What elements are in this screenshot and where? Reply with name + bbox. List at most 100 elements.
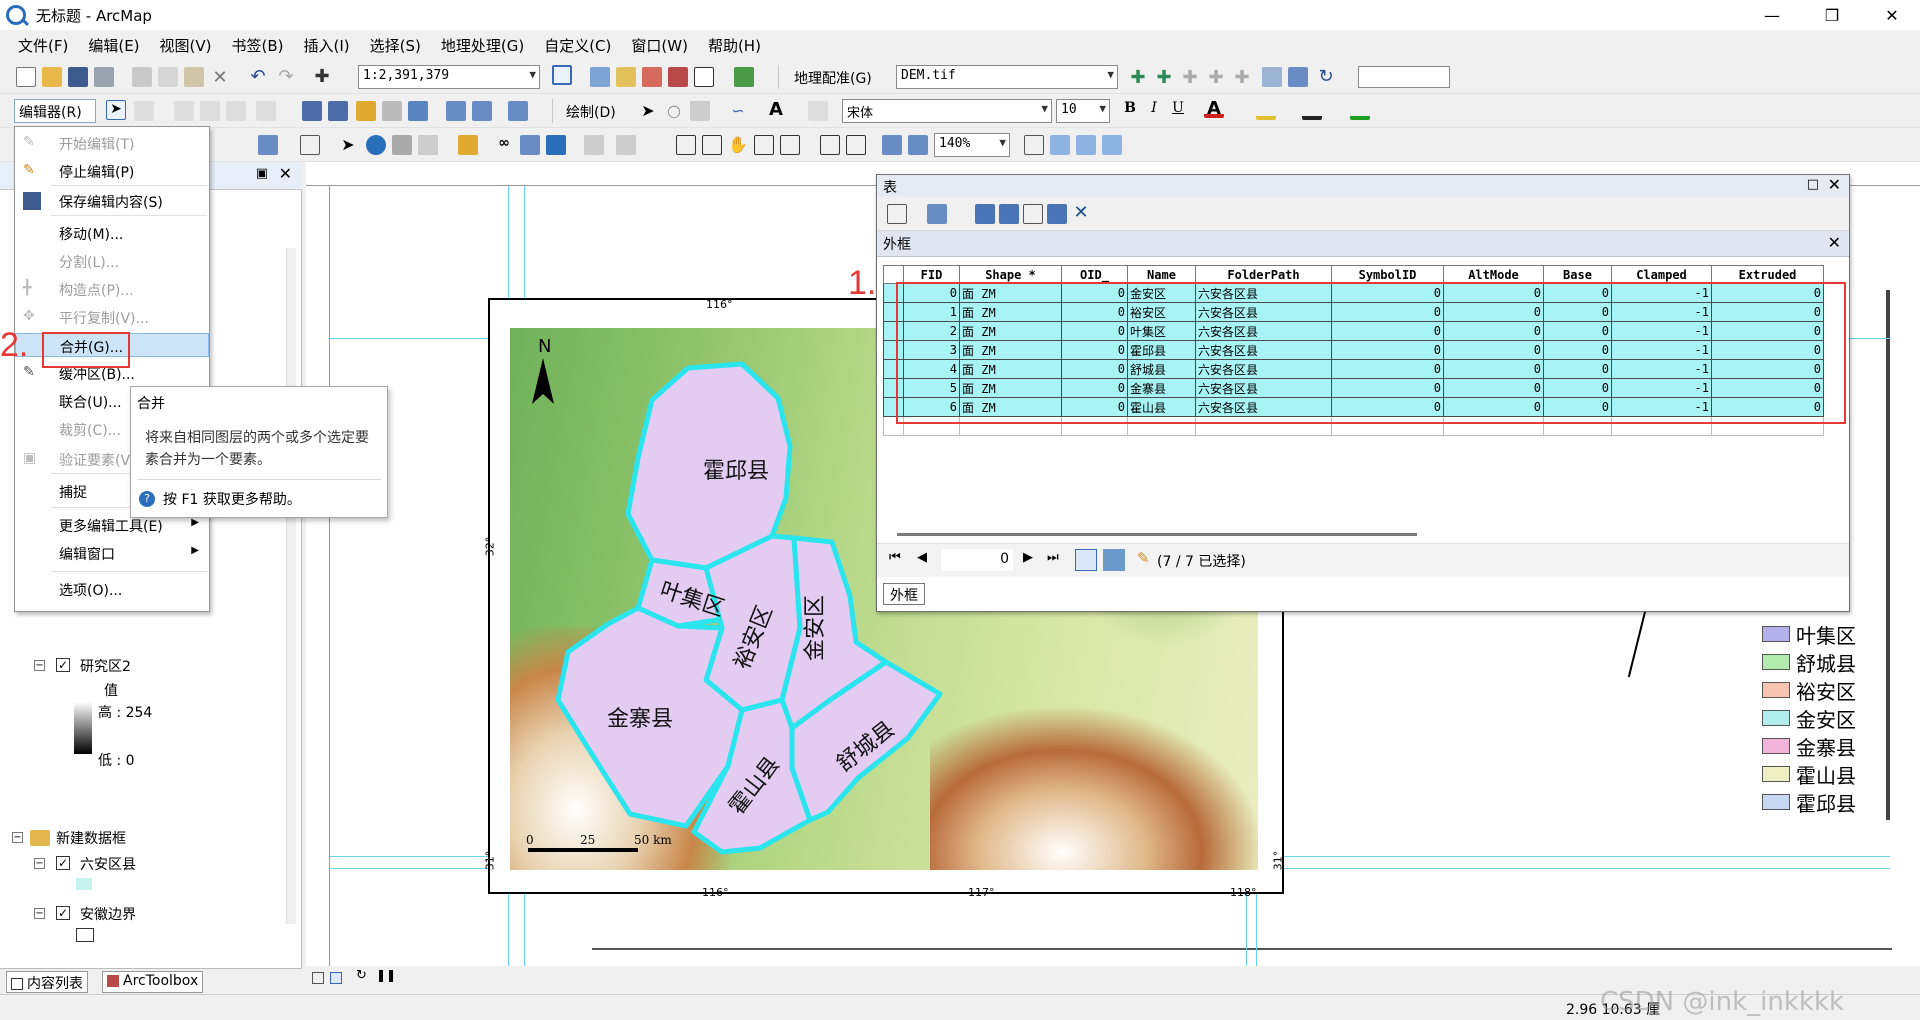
georef-layer-combo[interactable]: DEM.tif ▼ [896, 65, 1118, 89]
show-selected-records-icon[interactable] [1103, 549, 1125, 571]
menu-selection[interactable]: 选择(S) [360, 35, 431, 56]
straight-segment-icon[interactable] [174, 101, 194, 121]
fixed-zoom-out-icon[interactable] [846, 135, 866, 155]
italic-icon[interactable]: I [1144, 100, 1164, 120]
editor-menu-button[interactable]: 编辑器(R) ▼ [14, 99, 96, 137]
menu-item-options[interactable]: 选项(O)... [15, 577, 209, 601]
zoom-out-page-icon[interactable] [702, 135, 722, 155]
zoom-whole-page-icon[interactable] [754, 135, 774, 155]
column-header[interactable]: Base [1543, 265, 1612, 284]
identify-icon[interactable] [366, 135, 386, 155]
maximize-button[interactable]: ❐ [1806, 0, 1858, 30]
zoom-to-selected-icon[interactable] [1047, 204, 1067, 224]
menu-item-construct-points[interactable]: ╋ 构造点(P)... [15, 277, 209, 301]
menu-item-copy-parallel[interactable]: ✥ 平行复制(V)... [15, 305, 209, 329]
table-window-title-bar[interactable]: 表 □ ✕ [877, 175, 1849, 197]
maximize-icon[interactable]: □ [1807, 177, 1819, 192]
column-header[interactable]: SymbolID [1331, 265, 1444, 284]
refresh-icon[interactable]: ↻ [356, 968, 367, 983]
fill-color-icon[interactable] [1256, 100, 1276, 120]
horizontal-scrollbar[interactable] [592, 948, 1892, 950]
column-header[interactable]: Name [1127, 265, 1196, 284]
create-viewer-icon[interactable] [616, 135, 636, 155]
georeferencing-label[interactable]: 地理配准(G) [794, 68, 872, 88]
viewer-icon[interactable] [1262, 67, 1282, 87]
column-header[interactable]: AltMode [1443, 265, 1544, 284]
delete-link-icon[interactable]: ✚ [1232, 67, 1252, 88]
select-elements-icon[interactable]: ➤ [638, 101, 658, 121]
attributes-icon[interactable] [446, 101, 466, 121]
menu-edit[interactable]: 编辑(E) [78, 35, 149, 56]
split-tool-icon[interactable] [382, 101, 402, 121]
arctoolbox-icon[interactable] [668, 67, 688, 87]
data-driven-pages-icon[interactable] [1102, 135, 1122, 155]
line-tool-icon[interactable]: ∽ [728, 101, 748, 121]
layer-symbol-swatch[interactable] [76, 928, 94, 942]
layer-name-counties[interactable]: 六安区县 [80, 854, 136, 874]
trace-icon[interactable] [226, 101, 246, 121]
scale-combo[interactable]: 1:2,391,379 ▼ [358, 65, 540, 89]
menu-item-move[interactable]: 移动(M)... [15, 221, 209, 245]
table-of-contents-icon[interactable] [590, 67, 610, 87]
collapse-icon[interactable]: − [34, 660, 45, 671]
font-color-icon[interactable]: A [1204, 98, 1224, 119]
catalog-icon[interactable] [616, 67, 636, 87]
collapse-icon[interactable]: − [34, 858, 45, 869]
minimize-button[interactable]: — [1746, 0, 1798, 30]
vertical-scrollbar[interactable] [1886, 290, 1890, 820]
python-window-icon[interactable] [694, 67, 714, 87]
column-header[interactable]: Extruded [1711, 265, 1824, 284]
delete-selected-icon[interactable]: ✕ [1071, 202, 1091, 223]
table-options-icon[interactable] [887, 204, 907, 224]
add-control-points-icon[interactable]: ✚ [1128, 67, 1148, 88]
select-features-icon[interactable] [258, 135, 278, 155]
bold-icon[interactable]: B [1120, 100, 1140, 120]
underline-icon[interactable]: U [1168, 100, 1188, 120]
cut-polygons-icon[interactable] [356, 101, 376, 121]
column-header[interactable]: Clamped [1611, 265, 1712, 284]
layer-visibility-checkbox[interactable]: ✓ [56, 658, 70, 672]
menu-insert[interactable]: 插入(I) [294, 35, 360, 56]
editor-dropdown-menu[interactable]: ✎ 开始编辑(T) ✎ 停止编辑(P) 保存编辑内容(S) 移动(M)... 分割(… [14, 126, 210, 612]
pin-icon[interactable]: ▣ [256, 166, 268, 181]
tab-table-of-contents[interactable]: 内容列表 [6, 971, 88, 993]
close-button[interactable]: ✕ [1866, 0, 1918, 30]
line-color-icon[interactable] [1302, 100, 1322, 120]
edit-tool-icon[interactable]: ➤ [106, 100, 126, 120]
show-all-records-icon[interactable] [1075, 549, 1097, 571]
layer-name-raster[interactable]: 研究区2 [80, 656, 131, 676]
new-document-icon[interactable] [16, 67, 36, 87]
tab-arctoolbox[interactable]: ArcToolbox [102, 971, 204, 993]
menu-item-stop-editing[interactable]: ✎ 停止编辑(P) [15, 159, 209, 183]
collapse-icon[interactable]: − [12, 832, 23, 843]
save-icon[interactable] [68, 67, 88, 87]
data-view-toggle-icon[interactable] [312, 972, 324, 984]
search-window-icon[interactable] [642, 67, 662, 87]
html-popup-icon[interactable] [418, 135, 438, 155]
layout-view-toggle-icon[interactable] [330, 972, 342, 984]
cut-icon[interactable] [132, 67, 152, 87]
edit-annotation-icon[interactable] [134, 101, 154, 121]
marker-color-icon[interactable] [1350, 100, 1370, 120]
menu-file[interactable]: 文件(F) [8, 35, 78, 56]
copy-icon[interactable] [158, 67, 178, 87]
select-elements-tool-icon[interactable]: ➤ [338, 135, 358, 155]
reshape-feature-icon[interactable] [328, 101, 348, 121]
toggle-draft-icon[interactable] [1024, 135, 1044, 155]
next-extent-icon[interactable] [908, 135, 928, 155]
paste-icon[interactable] [184, 67, 204, 87]
link-table-icon[interactable] [1288, 67, 1308, 87]
change-layout-icon[interactable] [1076, 135, 1096, 155]
layer-visibility-checkbox[interactable]: ✓ [56, 906, 70, 920]
editor-toolbar-toggle-icon[interactable] [552, 65, 572, 85]
sketch-properties-icon[interactable] [472, 101, 492, 121]
font-combo[interactable]: 宋体 ▼ [842, 99, 1052, 123]
menu-item-split[interactable]: 分割(L)... [15, 249, 209, 273]
menu-item-editing-windows[interactable]: 编辑窗口 ▶ [15, 541, 209, 565]
open-folder-icon[interactable] [42, 67, 62, 87]
pause-drawing-icon[interactable]: ❚❚ [376, 968, 396, 982]
previous-record-icon[interactable]: ◀ [917, 550, 927, 565]
point-icon[interactable] [256, 101, 276, 121]
related-tables-icon[interactable] [927, 204, 947, 224]
redo-icon[interactable]: ↷ [276, 66, 296, 87]
